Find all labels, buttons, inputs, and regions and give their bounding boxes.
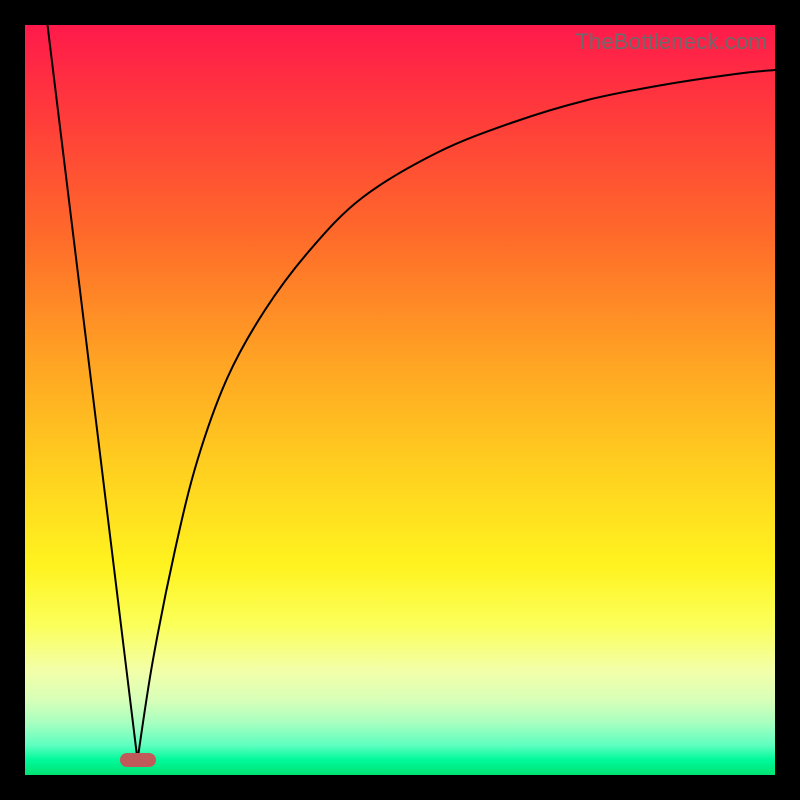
chart-frame: TheBottleneck.com bbox=[0, 0, 800, 800]
series-right-curve bbox=[138, 70, 776, 760]
series-left-line bbox=[48, 25, 138, 760]
optimal-marker bbox=[120, 753, 156, 767]
chart-curves bbox=[25, 25, 775, 775]
plot-area: TheBottleneck.com bbox=[25, 25, 775, 775]
